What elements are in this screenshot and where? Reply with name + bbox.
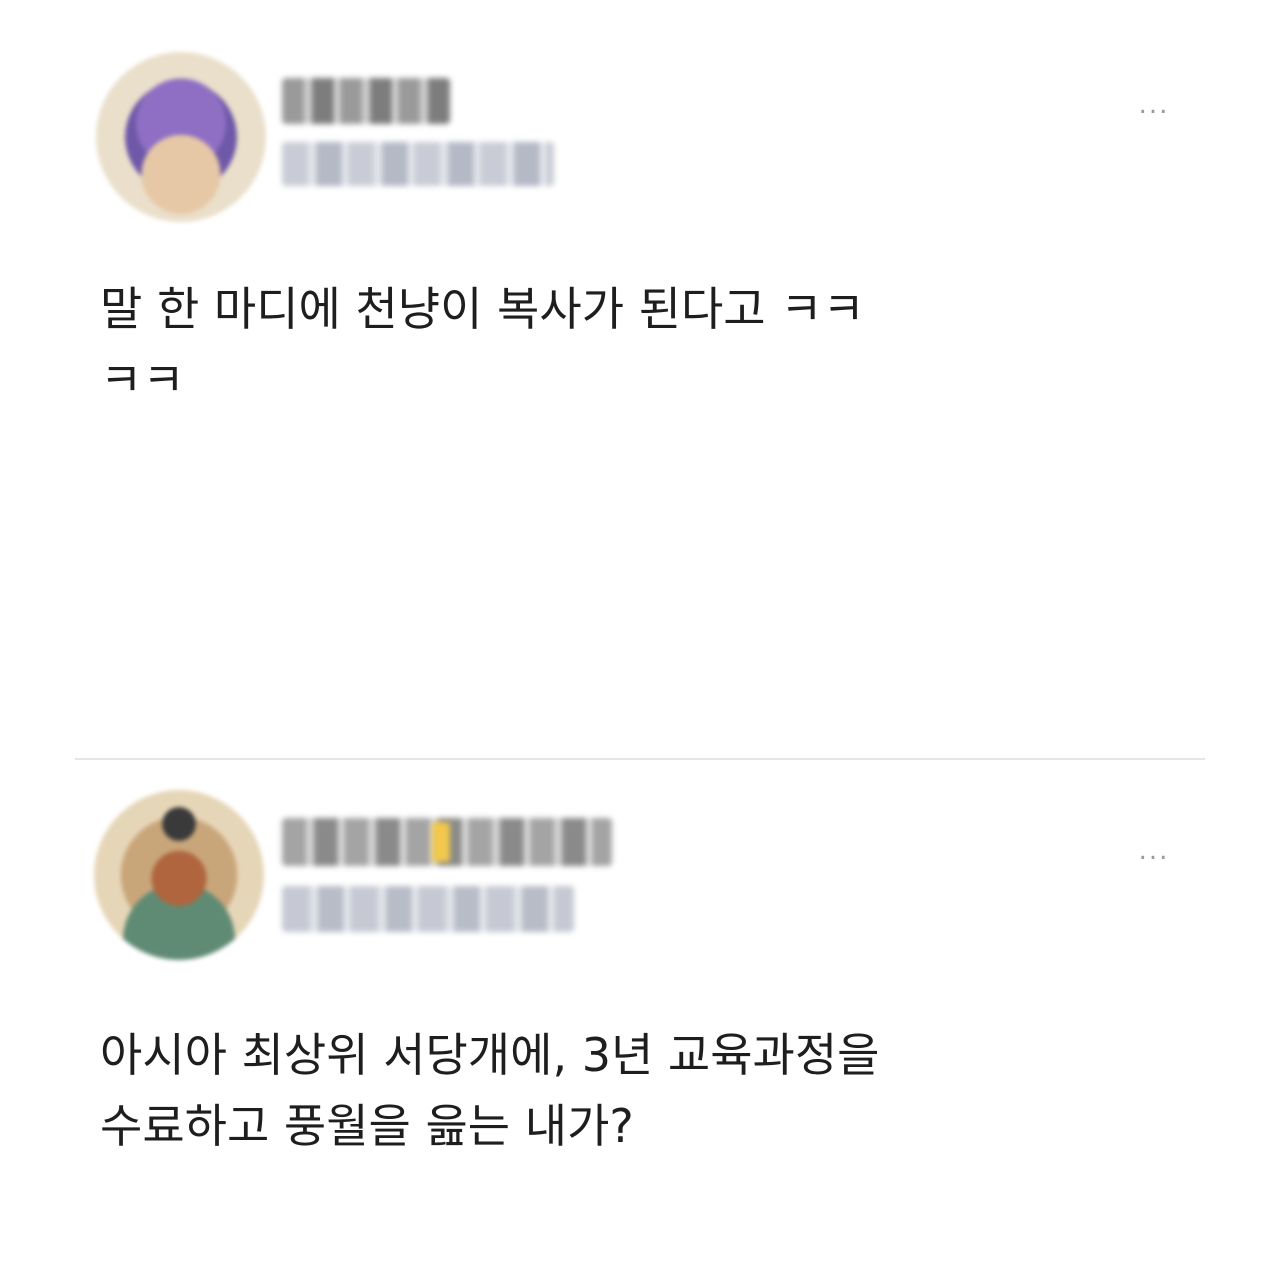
post-body-text: 아시아 최상위 서당개에, 3년 교육과정을 수료하고 풍월을 읊는 내가? [100,1028,880,1154]
verified-badge-icon [432,822,450,862]
user-avatar-icon[interactable] [94,790,264,960]
more-options-icon: ... [1138,836,1170,866]
more-options-icon: ... [1138,90,1170,120]
more-options-button[interactable]: ... [1124,836,1184,866]
user-handle-blurred [282,886,574,932]
post-body-text: 말 한 마디에 천냥이 복사가 된다고 ㅋㅋ ㅋㅋ [100,282,865,408]
more-options-button[interactable]: ... [1124,90,1184,120]
post-card: ... 말 한 마디에 천냥이 복사가 된다고 ㅋㅋ ㅋㅋ [0,0,1280,758]
user-handle-blurred [282,142,554,186]
user-avatar-icon[interactable] [96,52,266,222]
post-card: ... 아시아 최상위 서당개에, 3년 교육과정을 수료하고 풍월을 읊는 내… [0,760,1280,1280]
username-blurred[interactable] [282,78,450,124]
